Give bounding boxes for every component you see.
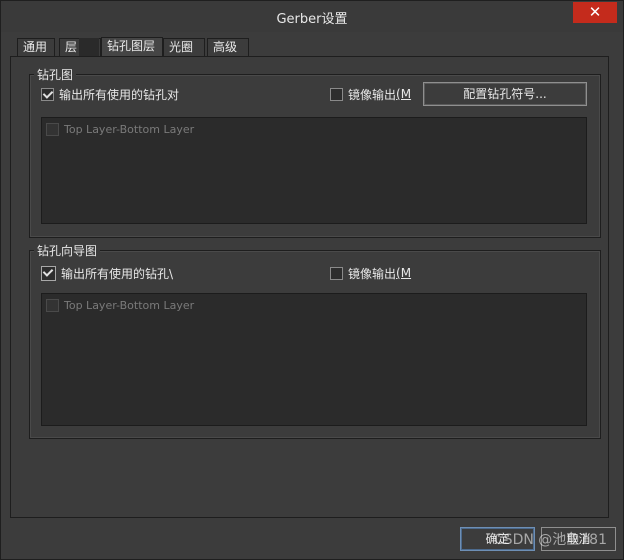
output-all-pairs-checkbox[interactable]: 输出所有使用的钻孔\ [41,264,173,282]
checkbox-box[interactable] [46,123,59,136]
checkbox-label: 镜像输出 [348,266,397,281]
checkbox-box[interactable] [330,87,343,101]
list-item[interactable]: Top Layer-Bottom Layer [46,299,194,312]
list-item-label: Top Layer-Bottom Layer [64,299,195,312]
tab-gap [79,38,99,56]
close-icon: ✕ [588,3,602,21]
close-button[interactable]: ✕ [573,2,617,23]
layer-pair-list[interactable]: Top Layer-Bottom Layer [41,293,587,426]
tab-panel: 钻孔图 输出所有使用的钻孔对 镜像输出 (M 配置钻孔符号... Top Lay… [10,56,609,518]
dialog-title: Gerber设置 [276,12,348,27]
checkbox-label: 输出所有使用的钻孔对 [59,87,180,102]
gerber-settings-dialog: Gerber设置 ✕ 通用 层 钻孔图层 光圈 高级 钻孔图 输出所有使用的钻孔… [0,0,624,560]
configure-drill-symbols-button[interactable]: 配置钻孔符号... [423,82,587,106]
output-all-pairs-checkbox[interactable]: 输出所有使用的钻孔对 [41,85,179,103]
layer-pair-list[interactable]: Top Layer-Bottom Layer [41,117,587,224]
accelerator-label: (M [396,266,412,280]
group-title: 钻孔向导图 [34,242,101,259]
title-bar: Gerber设置 ✕ [1,1,623,32]
list-item-label: Top Layer-Bottom Layer [64,123,195,136]
tab-drill-drawing[interactable]: 钻孔图层 [101,37,163,57]
checkbox-box[interactable] [46,299,59,312]
list-item[interactable]: Top Layer-Bottom Layer [46,123,194,136]
mirror-output-checkbox[interactable]: 镜像输出 (M [330,264,411,282]
tab-advanced[interactable]: 高级 [207,38,249,56]
checkbox-label: 输出所有使用的钻孔\ [61,266,174,281]
group-title: 钻孔图 [34,66,77,83]
checkbox-box[interactable] [41,87,54,101]
checkbox-box[interactable] [330,266,343,280]
checkbox-label: 镜像输出 [348,87,397,102]
watermark: CSDN @池鱼181 [493,532,607,548]
mirror-output-checkbox[interactable]: 镜像输出 (M [330,85,411,103]
drill-guide-group: 钻孔向导图 输出所有使用的钻孔\ 镜像输出 (M Top Layer-Botto… [29,242,601,439]
tab-apertures[interactable]: 光圈 [163,38,205,56]
accelerator-label: (M [396,87,412,101]
checkbox-box[interactable] [41,265,56,281]
tab-general[interactable]: 通用 [17,38,55,56]
drill-drawing-group: 钻孔图 输出所有使用的钻孔对 镜像输出 (M 配置钻孔符号... Top Lay… [29,66,601,238]
